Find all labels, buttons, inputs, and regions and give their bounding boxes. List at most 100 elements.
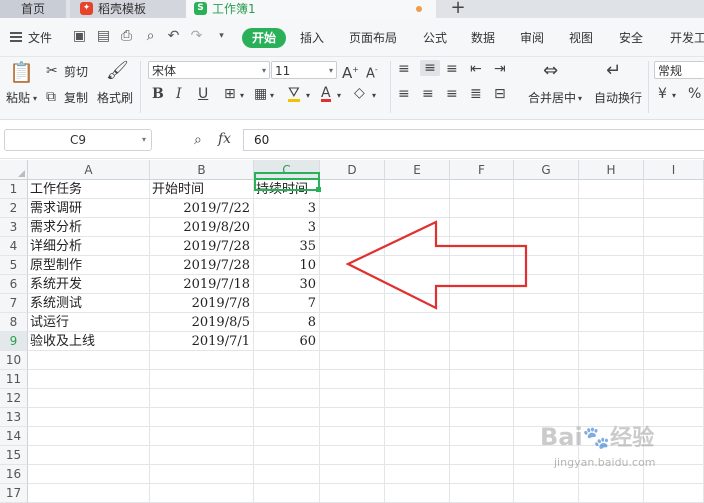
cell-b6[interactable]: 2019/7/18 (150, 275, 254, 294)
cell-d17[interactable] (320, 484, 385, 503)
cell-a11[interactable] (28, 370, 150, 389)
cell-b11[interactable] (150, 370, 254, 389)
cell-d11[interactable] (320, 370, 385, 389)
cell-e15[interactable] (385, 446, 450, 465)
cell-b17[interactable] (150, 484, 254, 503)
cell-f12[interactable] (450, 389, 514, 408)
hamburger-menu-icon[interactable] (10, 32, 22, 42)
cell-d15[interactable] (320, 446, 385, 465)
name-box[interactable]: C9 ▾ (4, 129, 152, 151)
cell-a3[interactable]: 需求分析 (28, 218, 150, 237)
cell-i7[interactable] (644, 294, 704, 313)
row-header-8[interactable]: 8 (0, 313, 28, 332)
cell-b7[interactable]: 2019/7/8 (150, 294, 254, 313)
cell-h6[interactable] (579, 275, 644, 294)
menu-page-layout[interactable]: 页面布局 (349, 30, 397, 46)
cell-g17[interactable] (514, 484, 579, 503)
cell-f9[interactable] (450, 332, 514, 351)
cell-e11[interactable] (385, 370, 450, 389)
export-pdf-icon[interactable]: ▤ (96, 29, 111, 44)
justify-icon[interactable]: ≣ (470, 86, 482, 102)
cell-b12[interactable] (150, 389, 254, 408)
menu-developer[interactable]: 开发工 (670, 30, 704, 46)
cell-i8[interactable] (644, 313, 704, 332)
cell-f15[interactable] (450, 446, 514, 465)
paste-icon[interactable]: 📋 (9, 61, 34, 83)
fill-handle[interactable] (316, 187, 321, 192)
column-header-c[interactable]: C (254, 160, 320, 180)
align-left-icon[interactable]: ≡ (398, 86, 410, 102)
cell-a13[interactable] (28, 408, 150, 427)
cell-f8[interactable] (450, 313, 514, 332)
merge-center-icon[interactable]: ⇔ (543, 61, 558, 81)
tab-home[interactable]: 首页 (0, 0, 66, 18)
tab-template[interactable]: ✦ 稻壳模板 (70, 0, 186, 18)
cell-i6[interactable] (644, 275, 704, 294)
cell-a16[interactable] (28, 465, 150, 484)
cell-i12[interactable] (644, 389, 704, 408)
cell-a17[interactable] (28, 484, 150, 503)
menu-start[interactable]: 开始 (242, 28, 286, 48)
cell-c7[interactable]: 7 (254, 294, 320, 313)
merge-center-button[interactable]: 合并居中 (528, 89, 576, 106)
cell-c14[interactable] (254, 427, 320, 446)
cell-a5[interactable]: 原型制作 (28, 256, 150, 275)
format-painter-button[interactable]: 格式刷 (97, 89, 133, 106)
copy-icon[interactable]: ⧉ (46, 89, 56, 105)
menu-formulas[interactable]: 公式 (423, 30, 447, 46)
cell-e17[interactable] (385, 484, 450, 503)
cell-d8[interactable] (320, 313, 385, 332)
chevron-down-icon[interactable]: ▾ (672, 88, 676, 104)
cell-i11[interactable] (644, 370, 704, 389)
cell-g8[interactable] (514, 313, 579, 332)
chevron-down-icon[interactable]: ▾ (306, 88, 310, 104)
cell-a1[interactable]: 工作任务 (28, 180, 150, 199)
cell-b1[interactable]: 开始时间 (150, 180, 254, 199)
chevron-down-icon[interactable]: ▾ (578, 91, 582, 107)
cell-c8[interactable]: 8 (254, 313, 320, 332)
column-header-d[interactable]: D (320, 160, 385, 180)
column-header-b[interactable]: B (150, 160, 254, 180)
cell-i2[interactable] (644, 199, 704, 218)
cell-d14[interactable] (320, 427, 385, 446)
wrap-text-icon[interactable]: ↵ (606, 61, 621, 81)
format-painter-icon[interactable]: 🖌 (106, 61, 129, 81)
align-center-icon[interactable]: ≡ (422, 86, 434, 102)
row-header-17[interactable]: 17 (0, 484, 28, 503)
cell-b16[interactable] (150, 465, 254, 484)
cell-c9[interactable]: 60 (254, 332, 320, 351)
align-top-icon[interactable]: ≡ (398, 61, 410, 77)
insert-function-button[interactable]: fx (218, 131, 231, 147)
cell-e13[interactable] (385, 408, 450, 427)
row-header-4[interactable]: 4 (0, 237, 28, 256)
cell-b5[interactable]: 2019/7/28 (150, 256, 254, 275)
column-header-g[interactable]: G (514, 160, 579, 180)
menu-insert[interactable]: 插入 (300, 30, 324, 46)
menu-security[interactable]: 安全 (619, 30, 643, 46)
cell-b13[interactable] (150, 408, 254, 427)
cell-f10[interactable] (450, 351, 514, 370)
cell-c1[interactable]: 持续时间 (254, 180, 320, 199)
clear-format-icon[interactable]: ◇ (354, 85, 365, 101)
cell-f14[interactable] (450, 427, 514, 446)
cell-d16[interactable] (320, 465, 385, 484)
menu-view[interactable]: 视图 (569, 30, 593, 46)
cell-h2[interactable] (579, 199, 644, 218)
row-header-3[interactable]: 3 (0, 218, 28, 237)
italic-icon[interactable]: I (176, 86, 182, 102)
cell-g1[interactable] (514, 180, 579, 199)
row-header-7[interactable]: 7 (0, 294, 28, 313)
scissors-icon[interactable]: ✂ (46, 63, 58, 79)
cell-c16[interactable] (254, 465, 320, 484)
cell-a8[interactable]: 试运行 (28, 313, 150, 332)
wrap-text-button[interactable]: 自动换行 (594, 89, 642, 106)
cell-a14[interactable] (28, 427, 150, 446)
cell-h5[interactable] (579, 256, 644, 275)
cell-d12[interactable] (320, 389, 385, 408)
column-header-f[interactable]: F (450, 160, 514, 180)
cell-c10[interactable] (254, 351, 320, 370)
cell-g12[interactable] (514, 389, 579, 408)
font-color-icon[interactable]: A (321, 85, 331, 102)
copy-button[interactable]: 复制 (64, 89, 88, 106)
cell-b14[interactable] (150, 427, 254, 446)
